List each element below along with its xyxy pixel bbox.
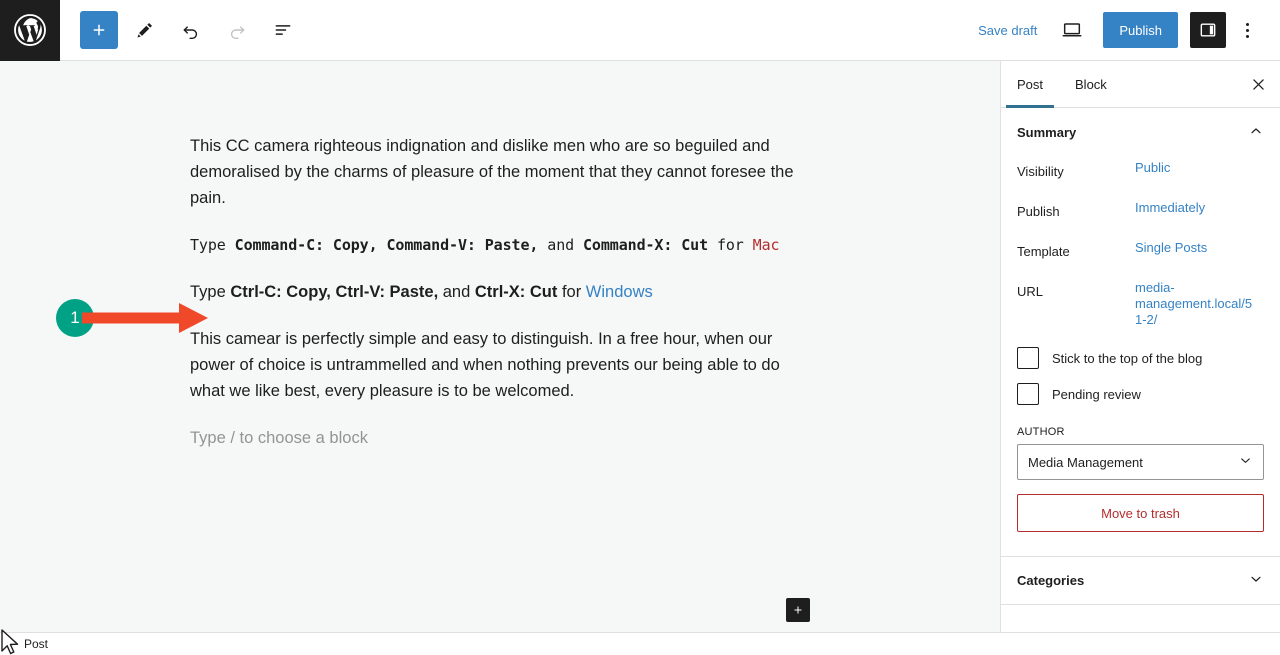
pending-review-label: Pending review (1052, 386, 1141, 402)
publish-button[interactable]: Publish (1103, 12, 1178, 48)
sidebar-panel-icon[interactable] (1190, 12, 1226, 48)
breadcrumb[interactable]: Post (24, 637, 48, 651)
mono-shortcut-copy: Command-C: Copy, (234, 236, 378, 254)
summary-section-header[interactable]: Summary (1001, 108, 1280, 156)
lead-text: Type (190, 283, 231, 301)
visibility-label: Visibility (1017, 164, 1064, 179)
conjunction: and (438, 283, 475, 301)
undo-button[interactable] (172, 11, 210, 49)
save-draft-button[interactable]: Save draft (966, 15, 1049, 46)
wordpress-logo-icon[interactable] (0, 0, 60, 61)
visibility-value[interactable]: Public (1135, 160, 1170, 176)
mono-conjunction: and (538, 236, 583, 254)
categories-section-header[interactable]: Categories (1001, 557, 1280, 605)
toolbar-left-group (60, 11, 310, 49)
shortcut-paste: Ctrl-V: Paste, (335, 283, 439, 301)
toolbar-right-group: Save draft Publish (966, 11, 1280, 49)
wordpress-block-editor: Save draft Publish This CC camera righte… (0, 0, 1280, 655)
tab-post[interactable]: Post (1001, 61, 1059, 108)
publish-label: Publish (1017, 204, 1060, 219)
paragraph-block-3[interactable]: Type Ctrl-C: Copy, Ctrl-V: Paste, and Ct… (190, 279, 794, 305)
mono-shortcut-cut: Command-X: Cut (582, 236, 709, 254)
pending-review-checkbox[interactable] (1017, 383, 1039, 405)
mono-tail: for (708, 236, 753, 254)
paragraph-block-4[interactable]: This camear is perfectly simple and easy… (190, 326, 794, 404)
shortcut-copy: Ctrl-C: Copy, (230, 283, 331, 301)
author-select[interactable]: Media Management (1017, 444, 1264, 480)
chevron-down-icon (1248, 571, 1264, 590)
mono-shortcut-paste: Command-V: Paste, (386, 236, 539, 254)
sticky-checkbox[interactable] (1017, 347, 1039, 369)
mouse-cursor-icon (1, 629, 19, 655)
right-arrow-icon (82, 303, 208, 333)
tail-text: for (557, 283, 586, 301)
checkbox-pending-review[interactable]: Pending review (1017, 376, 1264, 412)
row-url: URL media-management.local/51-2/ (1017, 276, 1264, 332)
editor-status-bar: Post (0, 629, 1280, 655)
editor-canvas[interactable]: This CC camera righteous indignation and… (0, 61, 1000, 632)
author-field-label: AUTHOR (1017, 426, 1065, 438)
sticky-label: Stick to the top of the blog (1052, 350, 1203, 366)
row-template: Template Single Posts (1017, 236, 1264, 276)
url-value[interactable]: media-management.local/51-2/ (1135, 280, 1257, 328)
mono-lead: Type (190, 236, 235, 254)
laptop-preview-icon[interactable] (1053, 11, 1091, 49)
categories-title: Categories (1017, 573, 1085, 588)
tab-block[interactable]: Block (1059, 61, 1123, 107)
post-body[interactable]: This CC camera righteous indignation and… (190, 133, 794, 451)
kebab-menu-icon[interactable] (1230, 11, 1264, 49)
redo-button[interactable] (218, 11, 256, 49)
editor-header-toolbar: Save draft Publish (0, 0, 1280, 61)
url-label: URL (1017, 284, 1044, 299)
settings-sidebar: Post Block Summary Visibility Public Pub… (1000, 61, 1280, 632)
paragraph-block-2[interactable]: Type Command-C: Copy, Command-V: Paste, … (190, 232, 794, 258)
empty-block-placeholder[interactable]: Type / to choose a block (190, 425, 794, 451)
chevron-down-icon (1238, 453, 1253, 471)
publish-value[interactable]: Immediately (1135, 200, 1205, 216)
platform-mac-label: Mac (752, 236, 780, 254)
template-label: Template (1017, 244, 1070, 259)
row-visibility: Visibility Public (1017, 156, 1264, 196)
paragraph-block-1[interactable]: This CC camera righteous indignation and… (190, 133, 794, 211)
summary-body: Visibility Public Publish Immediately Te… (1001, 156, 1280, 544)
block-inserter-button[interactable] (80, 11, 118, 49)
document-overview-button[interactable] (264, 11, 302, 49)
move-to-trash-button[interactable]: Move to trash (1017, 494, 1264, 532)
shortcut-cut: Ctrl-X: Cut (474, 283, 558, 301)
close-icon[interactable] (1236, 61, 1280, 107)
template-value[interactable]: Single Posts (1135, 240, 1207, 256)
author-selected-value: Media Management (1028, 454, 1143, 470)
checkbox-sticky[interactable]: Stick to the top of the blog (1017, 340, 1264, 376)
sidebar-tabs: Post Block (1001, 61, 1280, 108)
tools-pencil-button[interactable] (126, 11, 164, 49)
platform-windows-link[interactable]: Windows (586, 283, 653, 301)
summary-title: Summary (1017, 124, 1077, 140)
chevron-up-icon (1248, 123, 1264, 142)
block-appender-button[interactable] (786, 598, 810, 622)
row-publish: Publish Immediately (1017, 196, 1264, 236)
annotation-callout-1: 1 (56, 293, 208, 341)
